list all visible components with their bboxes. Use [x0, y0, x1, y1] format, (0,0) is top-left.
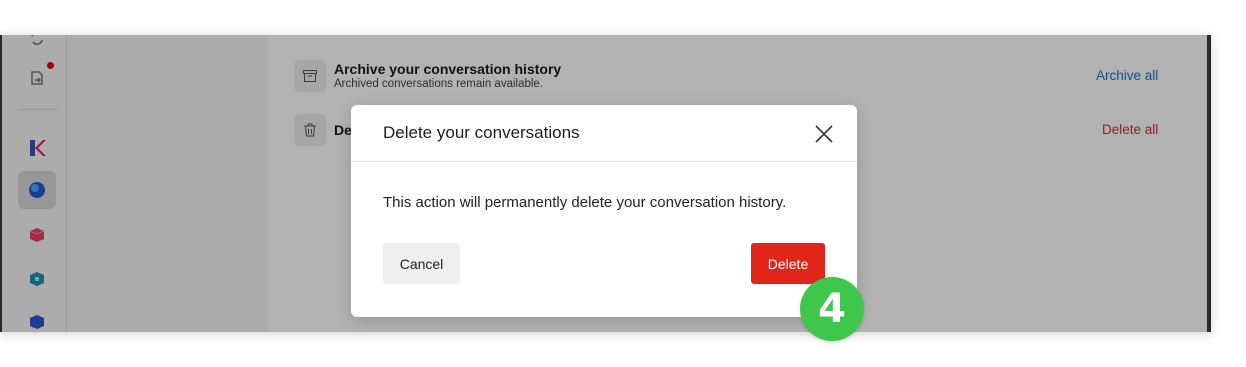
cancel-button[interactable]: Cancel	[383, 243, 460, 284]
delete-button[interactable]: Delete	[751, 243, 825, 284]
dialog-message: This action will permanently delete your…	[383, 194, 787, 211]
step-number-badge: 4	[800, 277, 864, 341]
dialog-header: Delete your conversations	[351, 105, 857, 162]
close-icon[interactable]	[813, 123, 835, 145]
dialog-title: Delete your conversations	[383, 123, 580, 142]
delete-conversations-dialog: Delete your conversations This action wi…	[351, 105, 857, 317]
